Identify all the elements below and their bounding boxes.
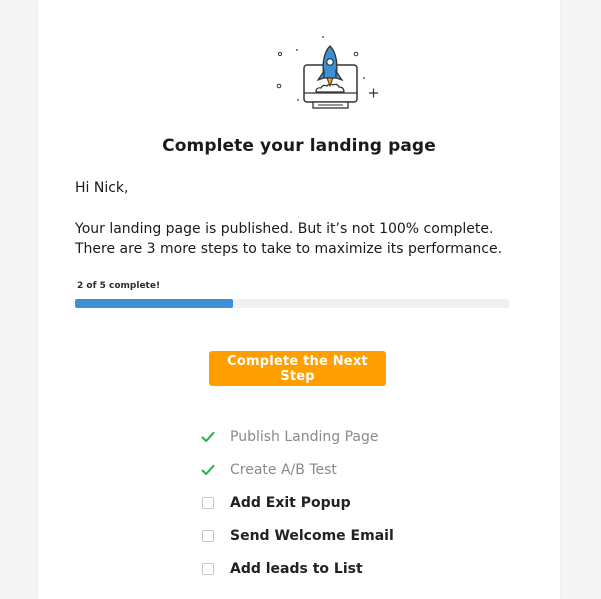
checklist-item-label: Send Welcome Email bbox=[230, 527, 394, 544]
checklist-item-label: Publish Landing Page bbox=[230, 428, 379, 445]
steps-checklist: Publish Landing Page Create A/B Test Add… bbox=[198, 420, 394, 585]
step-mark-2 bbox=[198, 493, 218, 513]
checkmark-icon bbox=[201, 431, 215, 442]
empty-checkbox-icon bbox=[202, 496, 214, 509]
step-mark-0 bbox=[198, 427, 218, 447]
checklist-item-label: Create A/B Test bbox=[230, 461, 337, 478]
step-mark-1 bbox=[198, 460, 218, 480]
checklist-item-add-leads-to-list: Add leads to List bbox=[198, 552, 394, 585]
progress-bar-fill bbox=[75, 299, 233, 308]
progress-bar bbox=[75, 299, 509, 308]
message-text: Your landing page is published. But it’s… bbox=[75, 219, 515, 259]
empty-checkbox-icon bbox=[202, 562, 214, 575]
empty-checkbox-icon bbox=[202, 529, 214, 542]
email-card: Complete your landing page Hi Nick, Your… bbox=[38, 0, 560, 599]
checklist-item-create-ab-test: Create A/B Test bbox=[198, 453, 394, 486]
step-mark-4 bbox=[198, 559, 218, 579]
rocket-monitor-icon bbox=[276, 36, 378, 109]
message-line-2: There are 3 more steps to take to maximi… bbox=[75, 241, 503, 257]
checklist-item-send-welcome-email: Send Welcome Email bbox=[198, 519, 394, 552]
checkmark-icon bbox=[201, 464, 215, 475]
message-line-1: Your landing page is published. But it’s… bbox=[75, 221, 494, 237]
checklist-item-label: Add leads to List bbox=[230, 560, 363, 577]
complete-next-step-button[interactable]: Complete the Next Step bbox=[209, 351, 386, 386]
greeting-text: Hi Nick, bbox=[75, 180, 129, 196]
step-mark-3 bbox=[198, 526, 218, 546]
checklist-item-publish-landing-page: Publish Landing Page bbox=[198, 420, 394, 453]
email-title: Complete your landing page bbox=[162, 136, 436, 156]
checklist-item-add-exit-popup: Add Exit Popup bbox=[198, 486, 394, 519]
checklist-item-label: Add Exit Popup bbox=[230, 494, 351, 511]
progress-label: 2 of 5 complete! bbox=[77, 281, 161, 291]
